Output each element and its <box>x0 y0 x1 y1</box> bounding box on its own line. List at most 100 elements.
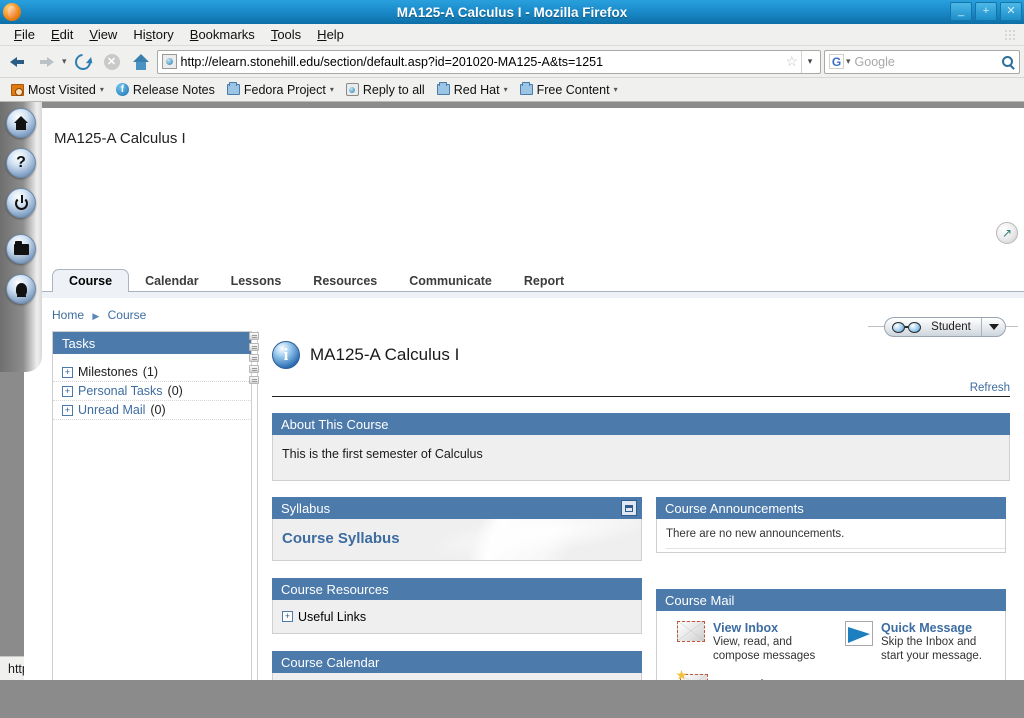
role-selector[interactable]: Student <box>884 317 1006 337</box>
folder-icon <box>227 84 240 95</box>
chevron-down-icon: ▾ <box>330 85 334 94</box>
tab-lessons[interactable]: Lessons <box>215 269 298 292</box>
power-icon <box>15 197 28 210</box>
chevron-down-icon: ▾ <box>100 85 104 94</box>
stop-button[interactable]: ✕ <box>99 49 125 75</box>
role-dropdown-button[interactable] <box>981 318 1005 336</box>
quick-message-title[interactable]: Quick Message <box>881 621 997 635</box>
tab-communicate[interactable]: Communicate <box>393 269 508 292</box>
tab-resources[interactable]: Resources <box>297 269 393 292</box>
glasses-icon <box>892 322 921 333</box>
syllabus-panel-title: Syllabus <box>272 497 642 519</box>
back-button[interactable] <box>4 49 30 75</box>
bookmark-release-notes[interactable]: f Release Notes <box>111 82 220 98</box>
refresh-link[interactable]: Refresh <box>970 382 1010 394</box>
question-mark-icon: ? <box>16 155 26 171</box>
menu-tools[interactable]: Tools <box>263 25 309 44</box>
bookmark-free-content[interactable]: Free Content ▾ <box>515 82 623 98</box>
star-icon[interactable]: ☆ <box>785 53 798 70</box>
menu-file[interactable]: File <box>6 25 43 44</box>
dock-home-button[interactable] <box>6 108 36 138</box>
folder-icon <box>14 244 29 255</box>
plus-icon[interactable]: + <box>62 367 73 378</box>
sidebar-scrollbar[interactable] <box>249 332 261 394</box>
quick-message-desc: Skip the Inbox and start your message. <box>881 635 997 664</box>
dock-files-button[interactable] <box>6 234 36 264</box>
menu-bookmarks[interactable]: Bookmarks <box>182 25 263 44</box>
home-button[interactable] <box>128 49 154 75</box>
chevron-down-icon[interactable]: ▾ <box>801 51 818 73</box>
menubar-grip <box>1004 29 1016 41</box>
tasks-panel: Tasks + Milestones (1) + Personal Tasks … <box>52 331 252 680</box>
view-inbox-title[interactable]: View Inbox <box>713 621 823 635</box>
menu-history[interactable]: History <box>125 25 181 44</box>
bookmark-label: Release Notes <box>133 83 215 97</box>
breadcrumb-course[interactable]: Course <box>108 308 147 322</box>
new-mail-icon <box>680 674 708 680</box>
breadcrumb-home[interactable]: Home <box>52 308 84 322</box>
about-panel: About This Course This is the first seme… <box>272 413 1010 481</box>
url-bar[interactable]: http://elearn.stonehill.edu/section/defa… <box>157 50 821 74</box>
search-engine-icon[interactable]: G <box>829 54 844 69</box>
unread-messages-title: Unread Messages <box>719 677 830 680</box>
task-row-milestones[interactable]: + Milestones (1) <box>53 363 251 382</box>
main-title-row: i MA125-A Calculus I <box>272 338 1010 372</box>
minimize-button[interactable]: _ <box>950 2 972 21</box>
search-bar[interactable]: G ▾ Google <box>824 50 1020 74</box>
popout-arrow-icon[interactable]: ↗ <box>996 222 1018 244</box>
bookmark-fedora-project[interactable]: Fedora Project ▾ <box>222 82 339 98</box>
bookmark-most-visited[interactable]: Most Visited ▾ <box>6 82 109 98</box>
task-count: (0) <box>168 384 183 398</box>
plus-icon[interactable]: + <box>62 386 73 397</box>
home-icon <box>133 54 149 70</box>
task-label[interactable]: Unread Mail <box>78 403 145 417</box>
task-label[interactable]: Personal Tasks <box>78 384 163 398</box>
search-icon[interactable] <box>1002 56 1013 67</box>
popout-window-icon[interactable] <box>621 500 637 516</box>
mail-actions: View Inbox View, read, and compose messa… <box>657 621 1005 664</box>
task-label: Milestones <box>78 365 138 379</box>
course-tabs: Course Calendar Lessons Resources Commun… <box>24 268 1024 292</box>
tab-calendar[interactable]: Calendar <box>129 269 215 292</box>
bookmark-label: Fedora Project <box>244 83 326 97</box>
task-row-personal-tasks[interactable]: + Personal Tasks (0) <box>53 382 251 401</box>
paper-plane-icon <box>845 621 873 646</box>
close-button[interactable]: ✕ <box>1000 2 1022 21</box>
quick-message-action[interactable]: Quick Message Skip the Inbox and start y… <box>831 621 1005 664</box>
tab-course[interactable]: Course <box>52 269 129 292</box>
menu-view[interactable]: View <box>81 25 125 44</box>
plus-icon[interactable]: + <box>282 611 293 622</box>
forward-button[interactable] <box>33 49 59 75</box>
resources-panel: Course Resources + Useful Links <box>272 578 642 634</box>
plus-icon[interactable]: + <box>62 405 73 416</box>
left-column: Syllabus Course Syllabus Course Resource… <box>272 497 642 680</box>
bookmark-red-hat[interactable]: Red Hat ▾ <box>432 82 513 98</box>
history-dropdown-icon[interactable]: ▾ <box>62 56 67 67</box>
calendar-panel-title: Course Calendar <box>272 651 642 673</box>
mail-panel: Course Mail View Inbox View, read, and c… <box>656 589 1006 680</box>
reload-button[interactable] <box>70 49 96 75</box>
calendar-panel: Course Calendar View: All Public Persona… <box>272 651 642 680</box>
useful-links-label[interactable]: Useful Links <box>298 610 366 624</box>
menu-help[interactable]: Help <box>309 25 352 44</box>
chevron-down-icon: ▾ <box>614 85 618 94</box>
triangle-down-icon <box>989 324 999 330</box>
course-syllabus-link[interactable]: Course Syllabus <box>273 519 641 547</box>
announcements-panel-title: Course Announcements <box>656 497 1006 519</box>
maximize-button[interactable]: + <box>975 2 997 21</box>
bookmark-reply-to-all[interactable]: Reply to all <box>341 82 430 98</box>
dock-power-button[interactable] <box>6 188 36 218</box>
dock-profile-button[interactable] <box>6 274 36 304</box>
tab-report[interactable]: Report <box>508 269 580 292</box>
tabstrip-underline <box>24 291 1024 298</box>
task-row-unread-mail[interactable]: + Unread Mail (0) <box>53 401 251 420</box>
view-inbox-desc: View, read, and compose messages <box>713 635 823 664</box>
breadcrumb-separator-icon: ▶ <box>92 311 99 321</box>
url-input[interactable]: http://elearn.stonehill.edu/section/defa… <box>181 55 783 69</box>
search-input[interactable]: Google <box>851 55 1002 69</box>
dock-help-button[interactable]: ? <box>6 148 36 178</box>
left-dock: ? <box>0 102 42 372</box>
menu-edit[interactable]: Edit <box>43 25 81 44</box>
view-inbox-action[interactable]: View Inbox View, read, and compose messa… <box>657 621 831 664</box>
most-visited-icon <box>11 84 24 96</box>
